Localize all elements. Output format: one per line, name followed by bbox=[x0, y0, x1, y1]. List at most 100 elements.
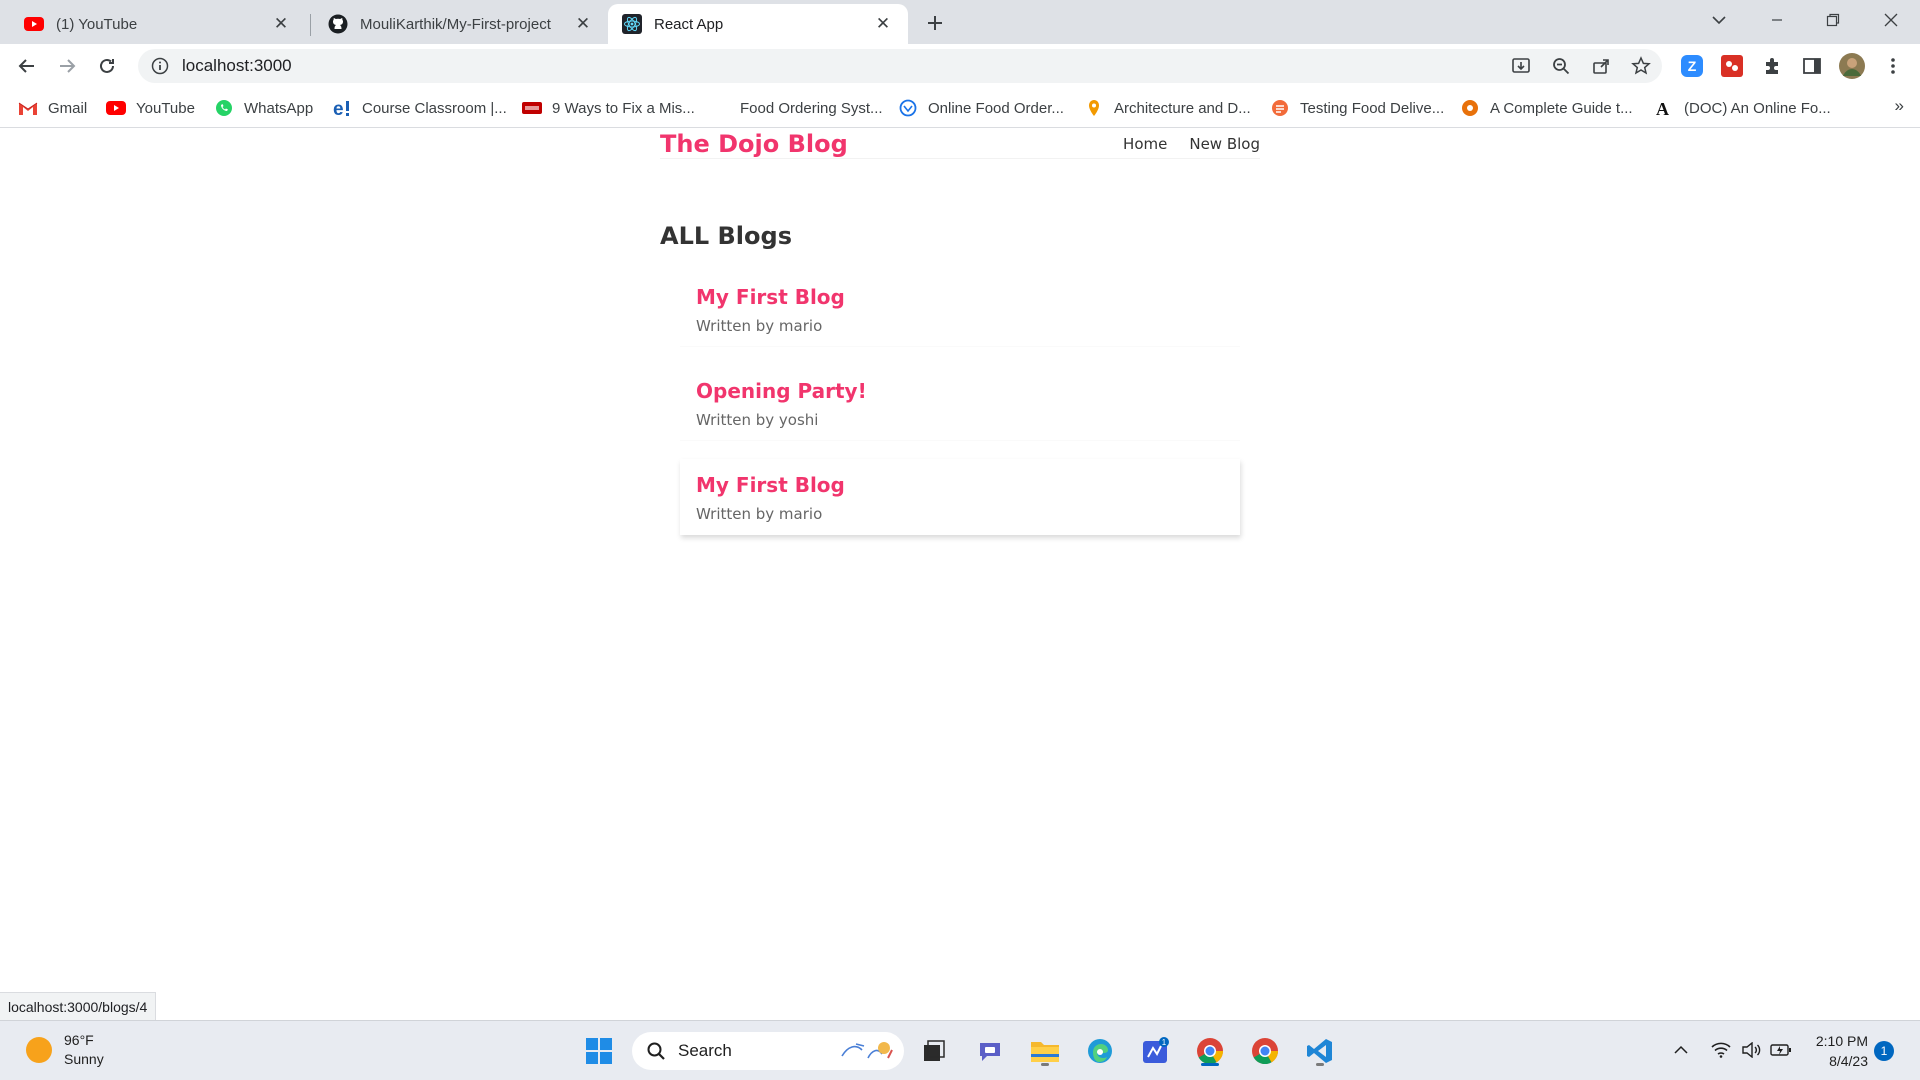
zoom-icon[interactable] bbox=[1546, 49, 1576, 83]
address-url[interactable]: localhost:3000 bbox=[182, 56, 292, 76]
plus-icon bbox=[928, 16, 942, 30]
bookmark-whatsapp[interactable]: WhatsApp bbox=[214, 96, 313, 120]
bookmark-label: Testing Food Delive... bbox=[1300, 99, 1445, 117]
bookmark-label: WhatsApp bbox=[244, 99, 314, 117]
running-indicator bbox=[1316, 1063, 1324, 1066]
task-view-button[interactable] bbox=[916, 1033, 952, 1069]
close-tab-icon[interactable]: ✕ bbox=[270, 13, 292, 35]
chrome-menu-icon[interactable] bbox=[1880, 53, 1906, 79]
site-info-icon[interactable] bbox=[150, 56, 170, 76]
bookmark-course-classroom[interactable]: e Course Classroom |... bbox=[332, 96, 507, 120]
chat-icon bbox=[980, 1043, 1000, 1061]
bookmark-label: Architecture and D... bbox=[1114, 99, 1251, 117]
side-panel-icon[interactable] bbox=[1799, 53, 1825, 79]
vscode-button[interactable] bbox=[1302, 1033, 1338, 1069]
show-hidden-icons-button[interactable] bbox=[1668, 1037, 1694, 1063]
bookmark-label: Online Food Order... bbox=[928, 99, 1064, 117]
whiteboard-app-button[interactable]: 1 bbox=[1137, 1033, 1173, 1069]
search-highlight-icon bbox=[841, 1042, 893, 1059]
blog-preview[interactable]: My First Blog Written by mario bbox=[680, 459, 1240, 535]
bookmark-youtube[interactable]: YouTube bbox=[106, 96, 195, 120]
bookmark-complete-guide[interactable]: A Complete Guide t... bbox=[1460, 96, 1633, 120]
tab-title: MouliKarthik/My-First-project bbox=[360, 15, 551, 33]
browser-toolbar: localhost:3000 Z bbox=[0, 44, 1920, 88]
vscode-icon bbox=[1307, 1039, 1332, 1063]
clock-time: 2:10 PM bbox=[1815, 1033, 1868, 1049]
zoom-extension-icon[interactable]: Z bbox=[1679, 53, 1705, 79]
forward-arrow-icon bbox=[60, 59, 76, 73]
more-bookmarks-icon[interactable]: » bbox=[1895, 96, 1904, 116]
nav-new-blog-link[interactable]: New Blog bbox=[1189, 135, 1260, 153]
tab-react-app[interactable]: React App ✕ bbox=[608, 4, 908, 44]
bookmark-label: 9 Ways to Fix a Mis... bbox=[552, 99, 695, 117]
puzzle-extensions-icon[interactable] bbox=[1759, 53, 1785, 79]
blog-author: Written by yoshi bbox=[696, 411, 819, 429]
profile-avatar[interactable] bbox=[1839, 53, 1865, 79]
youtube-icon bbox=[106, 98, 126, 118]
blog-author: Written by mario bbox=[696, 317, 823, 335]
bookmark-gmail[interactable]: Gmail bbox=[18, 96, 87, 120]
search-label: Search bbox=[678, 1041, 732, 1060]
notification-badge[interactable]: 1 bbox=[1874, 1041, 1894, 1061]
restore-button[interactable] bbox=[1810, 0, 1856, 40]
tab-search-button[interactable] bbox=[1696, 0, 1742, 40]
sun-icon bbox=[26, 1037, 52, 1063]
close-window-button[interactable] bbox=[1868, 0, 1914, 40]
page-viewport: The Dojo Blog Home New Blog ALL Blogs My… bbox=[0, 129, 1920, 1020]
chrome-button[interactable] bbox=[1192, 1033, 1228, 1069]
wifi-icon[interactable] bbox=[1708, 1037, 1734, 1063]
weather-condition: Sunny bbox=[64, 1051, 104, 1067]
address-bar[interactable]: localhost:3000 bbox=[138, 49, 1662, 83]
edge-button[interactable] bbox=[1082, 1033, 1118, 1069]
blog-title[interactable]: My First Blog bbox=[696, 473, 1224, 497]
chrome-profile-button[interactable] bbox=[1247, 1033, 1283, 1069]
bookmarks-bar: Gmail YouTube WhatsApp e Course Classroo… bbox=[0, 88, 1920, 128]
blog-title[interactable]: Opening Party! bbox=[696, 379, 1224, 403]
bookmark-label: Food Ordering Syst... bbox=[740, 99, 883, 117]
share-icon[interactable] bbox=[1586, 49, 1616, 83]
weather-widget[interactable]: 96°F Sunny bbox=[26, 1031, 104, 1069]
file-explorer-button[interactable] bbox=[1027, 1033, 1063, 1069]
running-indicator bbox=[1041, 1063, 1049, 1066]
weather-temp: 96°F bbox=[64, 1032, 94, 1048]
taskbar-clock[interactable]: 2:10 PM 8/4/23 bbox=[1808, 1031, 1868, 1071]
volume-icon[interactable] bbox=[1738, 1037, 1764, 1063]
forward-button[interactable] bbox=[52, 51, 82, 81]
bookmark-food-ordering[interactable]: Food Ordering Syst... bbox=[740, 96, 883, 120]
task-view-icon bbox=[924, 1040, 945, 1061]
tab-github[interactable]: MouliKarthik/My-First-project ✕ bbox=[314, 4, 608, 44]
blog-preview[interactable]: My First Blog Written by mario bbox=[680, 271, 1240, 347]
edureka-icon: e bbox=[332, 98, 352, 118]
clock-date: 8/4/23 bbox=[1829, 1053, 1868, 1069]
new-tab-button[interactable] bbox=[920, 8, 950, 38]
svg-text:A: A bbox=[1656, 99, 1669, 117]
windows-logo-icon bbox=[586, 1038, 612, 1064]
close-tab-icon[interactable]: ✕ bbox=[872, 13, 894, 35]
close-tab-icon[interactable]: ✕ bbox=[572, 13, 594, 35]
blog-title[interactable]: My First Blog bbox=[696, 285, 1224, 309]
svg-text:1: 1 bbox=[1162, 1038, 1167, 1047]
tab-divider bbox=[310, 14, 311, 36]
bookmark-online-food[interactable]: Online Food Order... bbox=[898, 96, 1064, 120]
start-button[interactable] bbox=[581, 1033, 617, 1069]
nav-home-link[interactable]: Home bbox=[1123, 135, 1167, 153]
bookmark-9-ways[interactable]: 9 Ways to Fix a Mis... bbox=[522, 96, 695, 120]
tab-youtube[interactable]: (1) YouTube ✕ bbox=[10, 4, 306, 44]
bookmark-label: YouTube bbox=[136, 99, 195, 117]
nav-links: Home New Blog bbox=[1101, 135, 1260, 153]
bookmark-architecture[interactable]: Architecture and D... bbox=[1084, 96, 1251, 120]
extension-icon[interactable] bbox=[1719, 53, 1745, 79]
reload-button[interactable] bbox=[92, 51, 122, 81]
back-button[interactable] bbox=[12, 51, 42, 81]
install-app-icon[interactable] bbox=[1506, 49, 1536, 83]
bookmark-star-icon[interactable] bbox=[1626, 49, 1656, 83]
bookmark-testing-food[interactable]: Testing Food Delive... bbox=[1270, 96, 1444, 120]
site-icon bbox=[1084, 98, 1104, 118]
teams-chat-button[interactable] bbox=[972, 1033, 1008, 1069]
bookmark-doc-online[interactable]: A (DOC) An Online Fo... bbox=[1654, 96, 1831, 120]
taskbar-search[interactable]: Search bbox=[632, 1032, 904, 1070]
battery-icon[interactable] bbox=[1768, 1037, 1794, 1063]
academia-icon: A bbox=[1654, 98, 1674, 118]
minimize-button[interactable] bbox=[1754, 0, 1800, 40]
blog-preview[interactable]: Opening Party! Written by yoshi bbox=[680, 365, 1240, 441]
